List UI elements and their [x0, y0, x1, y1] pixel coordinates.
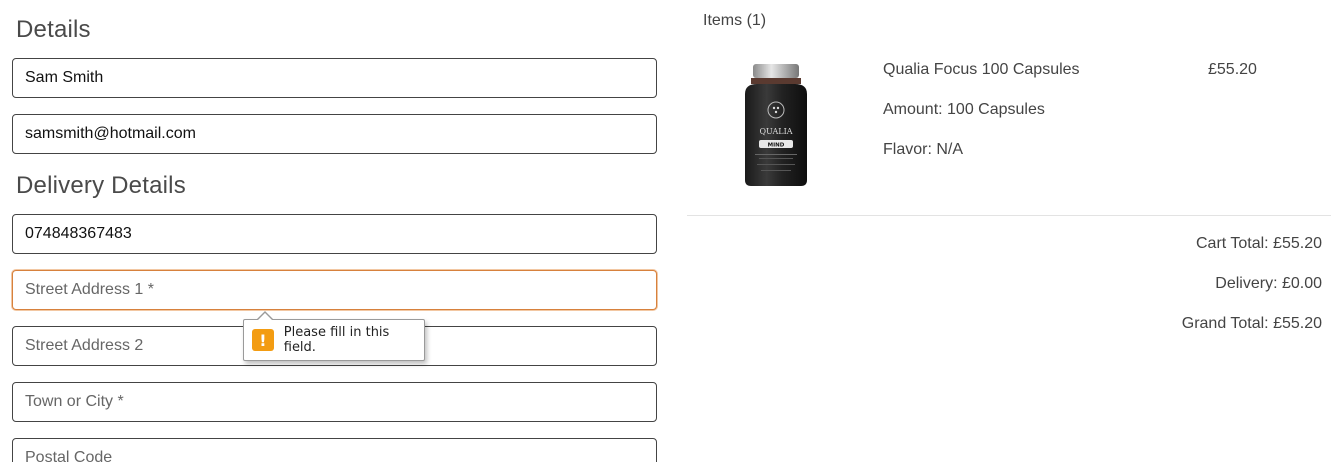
product-name: Qualia Focus 100 Capsules [883, 61, 1080, 78]
street-address-1-input[interactable] [12, 270, 657, 310]
product-image: QUALIA MIND [745, 64, 807, 186]
product-flavor: Flavor: N/A [883, 141, 964, 158]
delivery-cost: Delivery: £0.00 [1215, 275, 1322, 292]
cart-total: Cart Total: £55.20 [1195, 235, 1322, 252]
checkout-page: Details Delivery Details ! Please fill i… [0, 0, 1338, 462]
email-input[interactable] [12, 114, 657, 154]
validation-tooltip: ! Please fill in this field. [243, 311, 425, 361]
product-image-brand: QUALIA [759, 127, 792, 136]
details-heading: Details [16, 16, 91, 43]
delivery-details-heading: Delivery Details [16, 172, 186, 199]
town-or-city-input[interactable] [12, 382, 657, 422]
product-image-sub: MIND [768, 143, 785, 149]
warning-icon: ! [252, 329, 274, 351]
full-name-input[interactable] [12, 58, 657, 98]
product-amount: Amount: 100 Capsules [883, 101, 1045, 118]
phone-number-input[interactable] [12, 214, 657, 254]
grand-total: Grand Total: £55.20 [1181, 315, 1322, 332]
order-summary: Items (1) QUALIA MIND Qualia Focus 100 C… [687, 0, 1331, 462]
product-price: £55.20 [1208, 61, 1257, 78]
postal-code-input[interactable] [12, 438, 657, 462]
summary-divider [687, 215, 1331, 216]
validation-message: Please fill in this field. [283, 325, 390, 355]
items-count: Items (1) [703, 12, 767, 29]
